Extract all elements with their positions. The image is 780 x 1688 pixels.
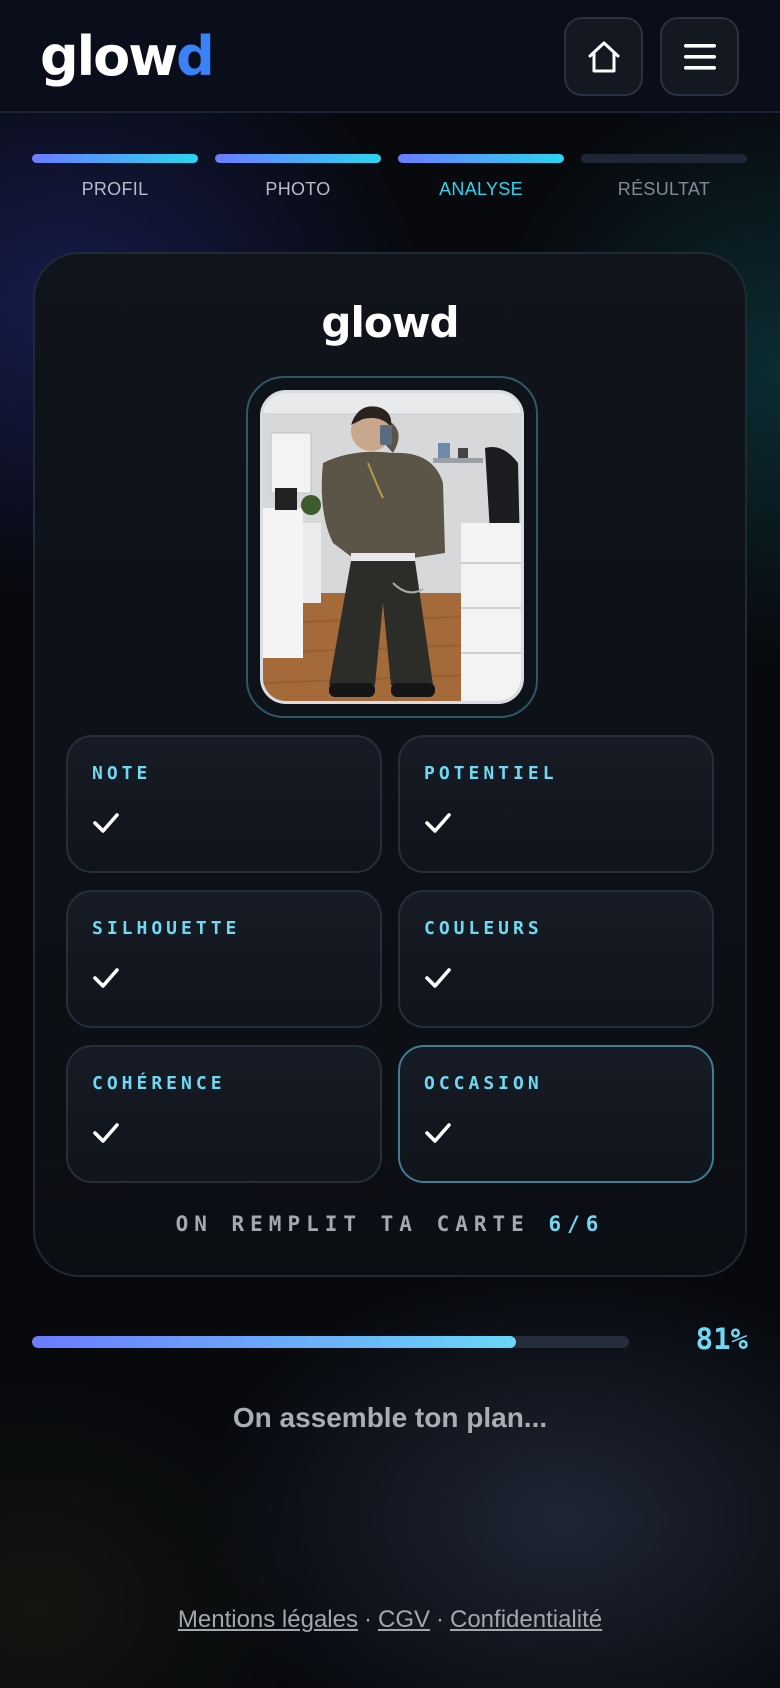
fill-count: 6/6 xyxy=(548,1212,605,1236)
tile-coherence: COHÉRENCE xyxy=(66,1045,382,1183)
tile-label: OCCASION xyxy=(424,1073,543,1094)
separator: · xyxy=(363,1606,372,1633)
tile-label: COHÉRENCE xyxy=(92,1073,226,1094)
status-message: On assemble ton plan... xyxy=(232,1402,548,1433)
link-cgv[interactable]: CGV xyxy=(378,1606,430,1633)
step-label: PHOTO xyxy=(265,179,331,199)
hamburger-menu-icon xyxy=(683,43,716,70)
progress-bar xyxy=(32,1336,629,1348)
progress-percent: 81% xyxy=(695,1322,748,1356)
footer-links: Mentions légales · CGV · Confidentialité xyxy=(0,1606,780,1634)
check-icon xyxy=(425,1123,451,1143)
progress-steps: PROFIL PHOTO ANALYSE RÉSULTAT xyxy=(32,154,748,204)
step-bar xyxy=(398,154,564,163)
home-icon xyxy=(588,41,619,72)
home-button[interactable] xyxy=(564,17,643,96)
step-bar xyxy=(581,154,747,163)
card-title: glowd xyxy=(321,298,459,347)
outfit-photo xyxy=(260,390,524,704)
check-icon xyxy=(425,968,451,988)
step-label: RÉSULTAT xyxy=(617,179,711,199)
fill-status: ON REMPLIT TA CARTE 6/6 xyxy=(175,1212,605,1236)
separator: · xyxy=(436,1606,444,1633)
step-photo: PHOTO xyxy=(215,154,381,204)
link-confidentialite[interactable]: Confidentialité xyxy=(450,1606,602,1633)
photo-frame xyxy=(246,376,538,718)
progress-fill xyxy=(32,1336,516,1348)
outfit-photo-image xyxy=(263,393,521,701)
check-icon xyxy=(93,968,119,988)
step-label: ANALYSE xyxy=(439,179,523,199)
check-icon xyxy=(93,1123,119,1143)
tile-occasion: OCCASION xyxy=(398,1045,714,1183)
menu-button[interactable] xyxy=(660,17,739,96)
step-bar xyxy=(32,154,198,163)
brand-logo[interactable]: glowd xyxy=(40,24,215,90)
tile-potentiel: POTENTIEL xyxy=(398,735,714,873)
tile-label: SILHOUETTE xyxy=(92,918,241,939)
step-profil: PROFIL xyxy=(32,154,198,204)
tile-note: NOTE xyxy=(66,735,382,873)
tile-label: COULEURS xyxy=(424,918,543,939)
check-icon xyxy=(93,813,119,833)
step-bar xyxy=(215,154,381,163)
analysis-card: glowd NOTE POTENTIEL SILHOUETTE COULEURS… xyxy=(33,252,747,1277)
top-header: glowd xyxy=(0,0,780,113)
step-label: PROFIL xyxy=(81,179,149,199)
tile-label: NOTE xyxy=(92,763,152,784)
step-resultat: RÉSULTAT xyxy=(581,154,747,204)
tile-couleurs: COULEURS xyxy=(398,890,714,1028)
step-analyse: ANALYSE xyxy=(398,154,564,204)
link-mentions-legales[interactable]: Mentions légales xyxy=(178,1606,358,1633)
check-icon xyxy=(425,813,451,833)
tile-silhouette: SILHOUETTE xyxy=(66,890,382,1028)
tile-label: POTENTIEL xyxy=(424,763,558,784)
